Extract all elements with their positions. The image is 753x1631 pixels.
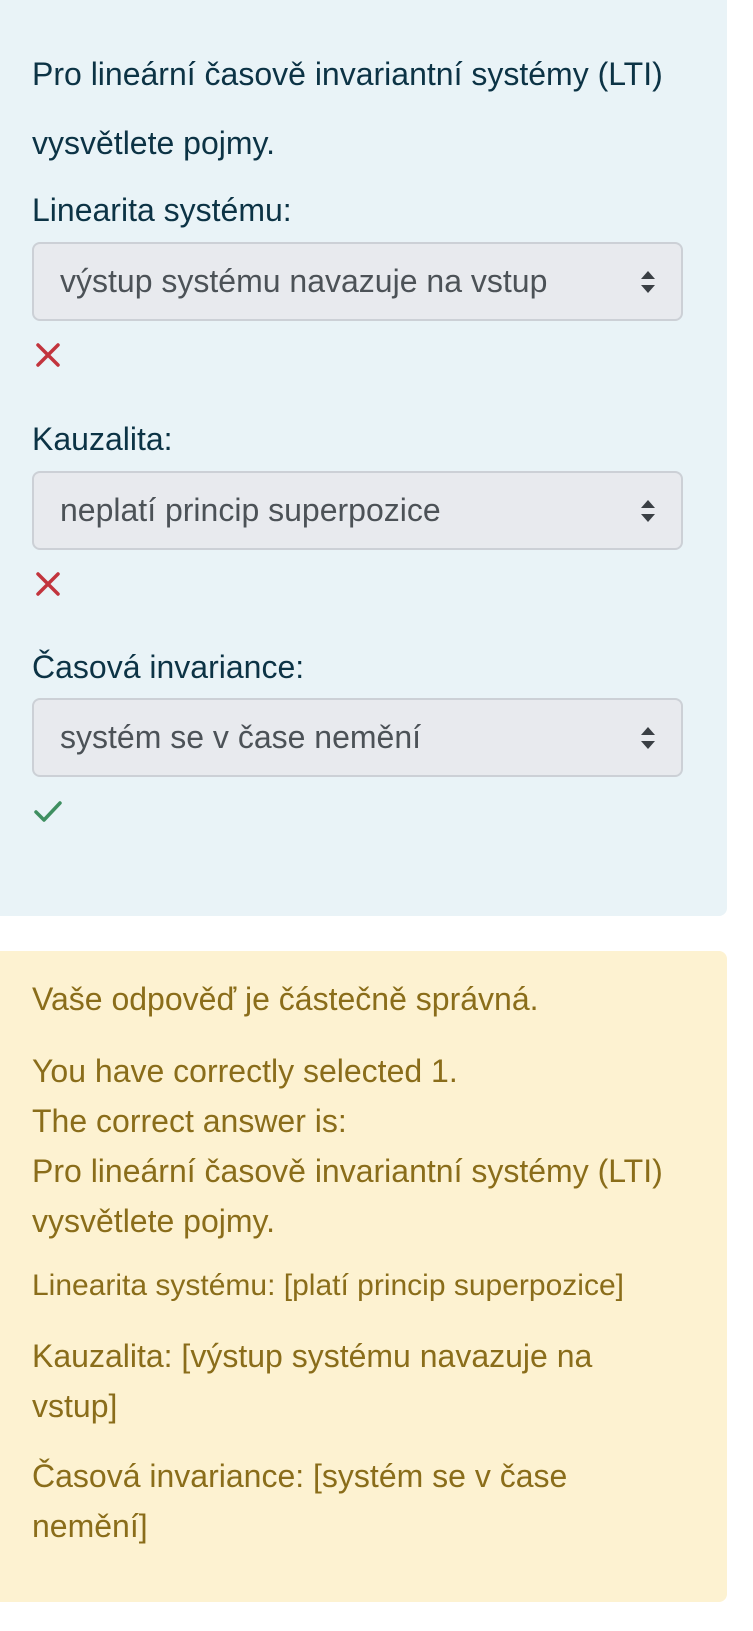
feedback-correct-prompt: Pro lineární časově invariantní systémy … (32, 1153, 663, 1239)
feedback-selected-count: You have correctly selected 1. (32, 1053, 458, 1089)
item-label-kauzalita: Kauzalita: (32, 421, 173, 457)
feedback-answer-linearita: Linearita systému: [platí princip superp… (32, 1269, 624, 1302)
check-icon (34, 801, 62, 822)
select-kauzalita[interactable]: neplatí princip superpozice (32, 471, 683, 550)
select-value: výstup systému navazuje na vstup (60, 263, 548, 299)
select-arrows-icon (641, 727, 655, 749)
question-panel: Pro lineární časově invariantní systémy … (0, 0, 727, 916)
select-linearita[interactable]: výstup systému navazuje na vstup (32, 242, 683, 321)
feedback-answer-casova-invariance: Časová invariance: [systém se v čase nem… (32, 1458, 568, 1544)
item-label-linearita: Linearita systému: (32, 192, 292, 228)
feedback-status: Vaše odpověď je částečně správná. (32, 981, 539, 1017)
feedback-correct-intro: The correct answer is: (32, 1103, 347, 1139)
cross-icon (36, 572, 60, 596)
select-value: systém se v čase nemění (60, 719, 422, 755)
question-text: Pro lineární časově invariantní systémy … (32, 56, 663, 161)
item-label-casova-invariance: Časová invariance: (32, 649, 305, 685)
select-casova-invariance[interactable]: systém se v čase nemění (32, 698, 683, 777)
select-value: neplatí princip superpozice (60, 492, 441, 528)
cross-icon (36, 343, 60, 367)
feedback-answer-kauzalita: Kauzalita: [výstup systému navazuje na v… (32, 1338, 593, 1424)
select-arrows-icon (641, 271, 655, 293)
select-arrows-icon (641, 500, 655, 522)
feedback-panel: Vaše odpověď je částečně správná. You ha… (0, 951, 727, 1602)
